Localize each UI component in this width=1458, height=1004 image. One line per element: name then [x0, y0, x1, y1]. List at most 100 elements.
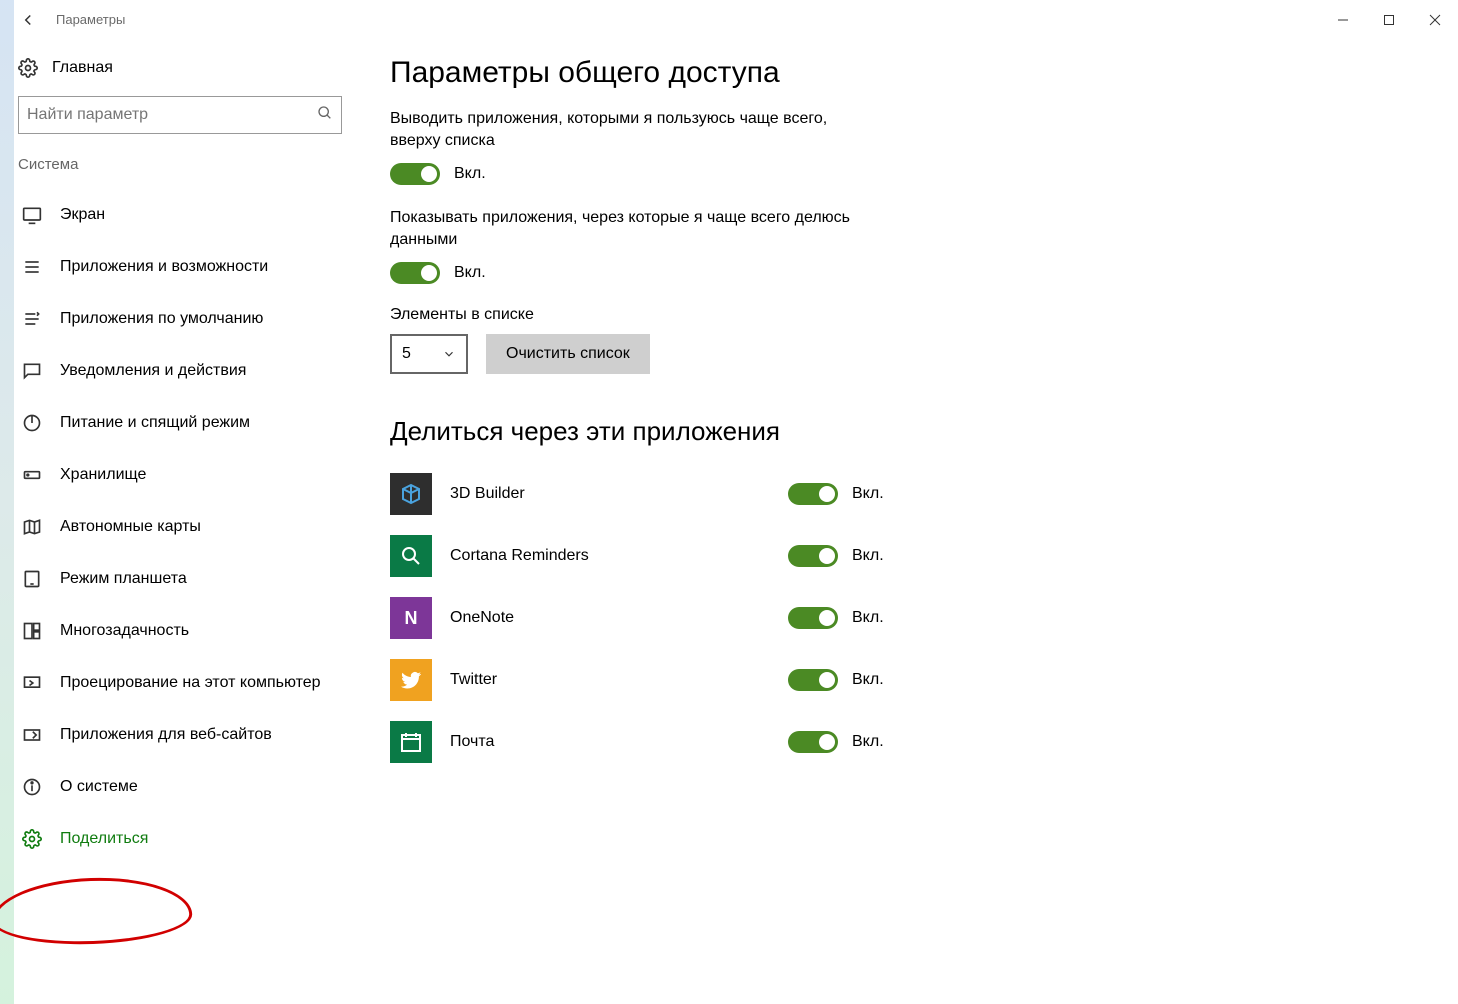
- sidebar-item-power[interactable]: Питание и спящий режим: [18, 397, 342, 449]
- default-apps-icon: [22, 309, 42, 329]
- dropdown-value: 5: [402, 345, 411, 363]
- maximize-button[interactable]: [1366, 4, 1412, 36]
- gear-icon: [22, 829, 42, 849]
- sidebar-item-label: Многозадачность: [60, 622, 189, 640]
- app-tile-onenote: N: [390, 597, 432, 639]
- sidebar-item-multitask[interactable]: Многозадачность: [18, 605, 342, 657]
- app-toggle-onenote[interactable]: [788, 607, 838, 629]
- app-tile-cortana: [390, 535, 432, 577]
- clear-list-button[interactable]: Очистить список: [486, 334, 650, 374]
- annotation-circle: [0, 875, 193, 948]
- box-icon: [399, 482, 423, 506]
- app-row-cortana: Cortana Reminders Вкл.: [390, 525, 1428, 587]
- power-icon: [22, 413, 42, 433]
- app-tile-3dbuilder: [390, 473, 432, 515]
- app-row-onenote: N OneNote Вкл.: [390, 587, 1428, 649]
- sidebar-item-tablet-mode[interactable]: Режим планшета: [18, 553, 342, 605]
- map-icon: [22, 517, 42, 537]
- info-icon: [22, 777, 42, 797]
- app-toggle-twitter[interactable]: [788, 669, 838, 691]
- sidebar: Главная Система Экран Приложения и возмо…: [0, 40, 360, 1004]
- chevron-down-icon: [442, 347, 456, 361]
- search-icon: [317, 105, 333, 126]
- option1-toggle[interactable]: [390, 163, 440, 185]
- list-count-label: Элементы в списке: [390, 306, 1428, 324]
- multitask-icon: [22, 621, 42, 641]
- app-tile-twitter: [390, 659, 432, 701]
- sidebar-item-label: Режим планшета: [60, 570, 187, 588]
- list-count-dropdown[interactable]: 5: [390, 334, 468, 374]
- apps-heading: Делиться через эти приложения: [390, 416, 1428, 447]
- message-icon: [22, 361, 42, 381]
- app-toggle-cortana[interactable]: [788, 545, 838, 567]
- minimize-button[interactable]: [1320, 4, 1366, 36]
- toggle-state: Вкл.: [852, 733, 884, 751]
- project-icon: [22, 673, 42, 693]
- toggle-state: Вкл.: [852, 547, 884, 565]
- sidebar-item-apps-features[interactable]: Приложения и возможности: [18, 241, 342, 293]
- onenote-icon: N: [405, 608, 418, 629]
- storage-icon: [22, 465, 42, 485]
- search-icon: [399, 544, 423, 568]
- sidebar-item-label: Автономные карты: [60, 518, 201, 536]
- section-label: Система: [18, 156, 342, 173]
- sidebar-item-offline-maps[interactable]: Автономные карты: [18, 501, 342, 553]
- toggle-state: Вкл.: [852, 609, 884, 627]
- app-row-3dbuilder: 3D Builder Вкл.: [390, 463, 1428, 525]
- app-toggle-mail[interactable]: [788, 731, 838, 753]
- sidebar-item-label: Поделиться: [60, 830, 148, 848]
- sidebar-item-storage[interactable]: Хранилище: [18, 449, 342, 501]
- sidebar-item-label: Экран: [60, 206, 105, 224]
- app-label: Twitter: [450, 671, 770, 689]
- option2-toggle[interactable]: [390, 262, 440, 284]
- window-controls: [1320, 4, 1458, 36]
- toggle-state: Вкл.: [852, 485, 884, 503]
- toggle-state: Вкл.: [454, 264, 486, 282]
- sidebar-item-screen[interactable]: Экран: [18, 189, 342, 241]
- calendar-icon: [399, 730, 423, 754]
- maximize-icon: [1383, 14, 1395, 26]
- sidebar-item-projecting[interactable]: Проецирование на этот компьютер: [18, 657, 342, 709]
- close-button[interactable]: [1412, 4, 1458, 36]
- list-icon: [22, 257, 42, 277]
- home-label: Главная: [52, 59, 113, 77]
- option1-text: Выводить приложения, которыми я пользуюс…: [390, 108, 860, 151]
- app-label: Cortana Reminders: [450, 547, 770, 565]
- back-button[interactable]: [8, 0, 48, 40]
- content-pane: Параметры общего доступа Выводить прилож…: [360, 40, 1458, 1004]
- window-title: Параметры: [56, 12, 125, 27]
- sidebar-item-label: Приложения и возможности: [60, 258, 268, 276]
- sidebar-item-about[interactable]: О системе: [18, 761, 342, 813]
- gear-icon: [18, 58, 38, 78]
- sidebar-item-label: О системе: [60, 778, 138, 796]
- app-toggle-3dbuilder[interactable]: [788, 483, 838, 505]
- home-link[interactable]: Главная: [18, 58, 342, 78]
- sidebar-item-label: Хранилище: [60, 466, 146, 484]
- app-label: Почта: [450, 733, 770, 751]
- sidebar-item-label: Приложения по умолчанию: [60, 310, 263, 328]
- page-heading: Параметры общего доступа: [390, 56, 1428, 90]
- sidebar-item-label: Проецирование на этот компьютер: [60, 674, 321, 692]
- app-row-mail: Почта Вкл.: [390, 711, 1428, 773]
- back-arrow-icon: [19, 11, 37, 29]
- toggle-state: Вкл.: [852, 671, 884, 689]
- toggle-state: Вкл.: [454, 165, 486, 183]
- twitter-icon: [399, 668, 423, 692]
- link-icon: [22, 725, 42, 745]
- app-row-twitter: Twitter Вкл.: [390, 649, 1428, 711]
- app-label: OneNote: [450, 609, 770, 627]
- search-box[interactable]: [18, 96, 342, 134]
- app-label: 3D Builder: [450, 485, 770, 503]
- titlebar: Параметры: [0, 0, 1458, 40]
- sidebar-item-label: Питание и спящий режим: [60, 414, 250, 432]
- sidebar-item-share[interactable]: Поделиться: [18, 813, 342, 865]
- minimize-icon: [1337, 14, 1349, 26]
- tablet-icon: [22, 569, 42, 589]
- monitor-icon: [22, 205, 42, 225]
- app-tile-mail: [390, 721, 432, 763]
- sidebar-item-label: Уведомления и действия: [60, 362, 246, 380]
- sidebar-item-default-apps[interactable]: Приложения по умолчанию: [18, 293, 342, 345]
- search-input[interactable]: [27, 106, 317, 124]
- sidebar-item-notifications[interactable]: Уведомления и действия: [18, 345, 342, 397]
- sidebar-item-apps-websites[interactable]: Приложения для веб-сайтов: [18, 709, 342, 761]
